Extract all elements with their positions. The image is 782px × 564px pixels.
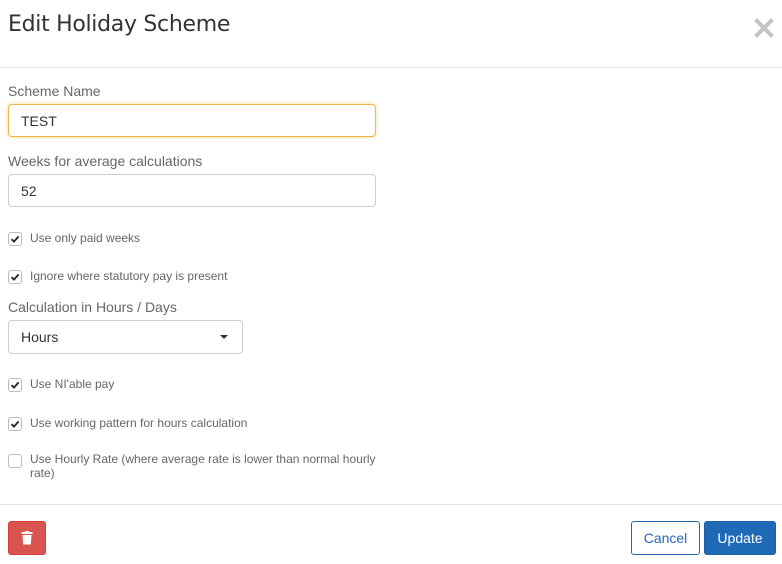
- weeks-label: Weeks for average calculations: [8, 153, 203, 169]
- cancel-button[interactable]: Cancel: [631, 521, 700, 555]
- use-hourly-rate-checkbox[interactable]: Use Hourly Rate (where average rate is l…: [8, 452, 380, 480]
- calculation-unit-select[interactable]: Hours: [8, 320, 243, 354]
- checkbox-unchecked[interactable]: [8, 454, 22, 468]
- checkbox-checked[interactable]: [8, 270, 22, 284]
- scheme-name-input[interactable]: [8, 104, 376, 137]
- use-only-paid-weeks-label: Use only paid weeks: [30, 231, 141, 245]
- close-icon[interactable]: [754, 18, 774, 38]
- check-icon: [10, 273, 20, 281]
- use-working-pattern-checkbox[interactable]: Use working pattern for hours calculatio…: [8, 416, 380, 431]
- ignore-statutory-checkbox[interactable]: Ignore where statutory pay is present: [8, 269, 380, 284]
- modal-footer: Cancel Update: [0, 504, 782, 564]
- check-icon: [10, 235, 20, 243]
- delete-button[interactable]: [8, 521, 46, 555]
- checkbox-checked[interactable]: [8, 417, 22, 431]
- calculation-unit-value: Hours: [21, 329, 59, 345]
- check-icon: [10, 381, 20, 389]
- check-icon: [10, 420, 20, 428]
- use-niable-pay-label: Use NI'able pay: [30, 377, 115, 391]
- trash-icon: [21, 531, 33, 545]
- calculation-unit-label: Calculation in Hours / Days: [8, 299, 177, 315]
- scheme-name-label: Scheme Name: [8, 83, 101, 99]
- ignore-statutory-label: Ignore where statutory pay is present: [30, 269, 228, 283]
- modal-header: Edit Holiday Scheme: [0, 0, 782, 68]
- update-button[interactable]: Update: [704, 521, 776, 555]
- weeks-input[interactable]: [8, 174, 376, 207]
- use-only-paid-weeks-checkbox[interactable]: Use only paid weeks: [8, 231, 380, 246]
- caret-down-icon: [220, 335, 228, 339]
- checkbox-checked[interactable]: [8, 378, 22, 392]
- modal-title: Edit Holiday Scheme: [8, 12, 231, 37]
- use-niable-pay-checkbox[interactable]: Use NI'able pay: [8, 377, 380, 392]
- checkbox-checked[interactable]: [8, 232, 22, 246]
- use-hourly-rate-label: Use Hourly Rate (where average rate is l…: [30, 452, 376, 480]
- use-working-pattern-label: Use working pattern for hours calculatio…: [30, 416, 248, 430]
